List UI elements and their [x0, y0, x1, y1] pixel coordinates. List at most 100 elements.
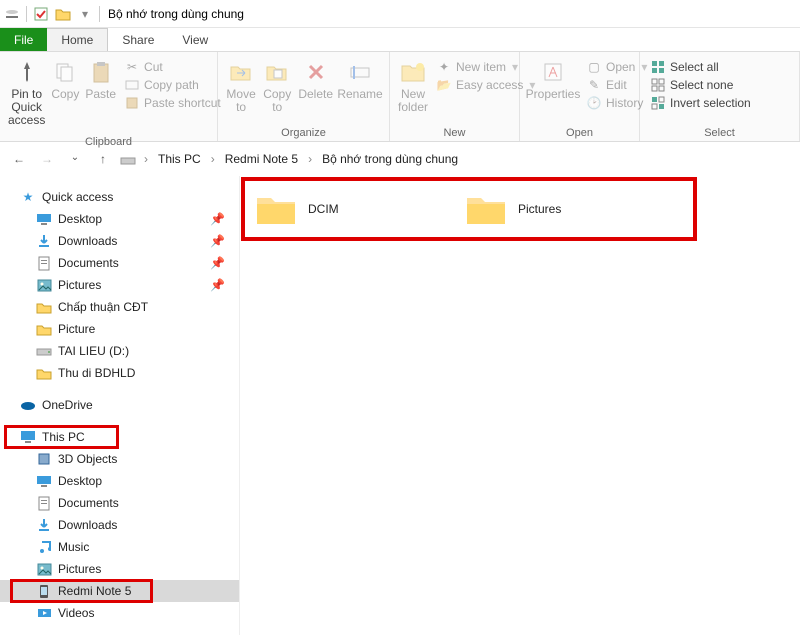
- folder-icon: [254, 190, 298, 228]
- copy-button[interactable]: Copy: [49, 56, 81, 103]
- up-button[interactable]: ↑: [94, 152, 112, 166]
- download-icon: [36, 517, 52, 533]
- video-icon: [36, 605, 52, 621]
- folder-label: DCIM: [308, 202, 339, 216]
- picture-icon: [36, 561, 52, 577]
- nav-qa-item[interactable]: Downloads📌: [0, 230, 239, 252]
- ribbon-tabs: File Home Share View: [0, 28, 800, 52]
- paste-label: Paste: [85, 88, 116, 101]
- invert-selection-button[interactable]: Invert selection: [646, 94, 755, 112]
- address-bar[interactable]: › This PC › Redmi Note 5 › Bộ nhớ trong …: [120, 150, 460, 168]
- group-open: Properties ▢Open▾ ✎Edit 🕑History Open: [520, 52, 640, 141]
- chevron-right-icon[interactable]: ›: [207, 152, 219, 166]
- delete-icon: [302, 58, 330, 86]
- folder-icon: [36, 321, 52, 337]
- chevron-right-icon[interactable]: ›: [304, 152, 316, 166]
- new-folder-button[interactable]: New folder: [396, 56, 430, 116]
- drive-icon: [36, 343, 52, 359]
- open-icon: ▢: [586, 59, 602, 75]
- select-none-button[interactable]: Select none: [646, 76, 755, 94]
- new-folder-icon: [399, 58, 427, 86]
- nav-pc-item[interactable]: Music: [0, 536, 239, 558]
- properties-icon: [539, 58, 567, 86]
- copy-path-button[interactable]: Copy path: [120, 76, 225, 94]
- nav-qa-item[interactable]: Pictures📌: [0, 274, 239, 296]
- phone-icon: [36, 583, 52, 599]
- nav-quick-access[interactable]: ★ Quick access: [0, 186, 239, 208]
- nav-qa-item[interactable]: TAI LIEU (D:): [0, 340, 239, 362]
- folder-icon: [464, 190, 508, 228]
- group-label-new: New: [390, 125, 519, 141]
- open-button[interactable]: ▢Open▾: [582, 58, 651, 76]
- separator: [26, 6, 27, 22]
- tab-home[interactable]: Home: [47, 28, 108, 51]
- nav-pc-item[interactable]: Videos: [0, 602, 239, 624]
- star-icon: ★: [20, 189, 36, 205]
- history-icon: 🕑: [586, 95, 602, 111]
- folder-icon: [36, 365, 52, 381]
- forward-button[interactable]: →: [38, 152, 56, 166]
- history-button[interactable]: 🕑History: [582, 94, 651, 112]
- select-all-button[interactable]: Select all: [646, 58, 755, 76]
- quick-access-group: ★ Quick access Desktop📌Downloads📌Documen…: [0, 186, 239, 384]
- chevron-right-icon[interactable]: ›: [140, 152, 152, 166]
- pc-icon: [20, 429, 36, 445]
- pin-label: Pin to Quick access: [8, 88, 45, 128]
- nav-qa-item[interactable]: Picture: [0, 318, 239, 340]
- nav-onedrive[interactable]: OneDrive: [0, 394, 239, 416]
- nav-qa-item[interactable]: Desktop📌: [0, 208, 239, 230]
- nav-pc-item[interactable]: Desktop: [0, 470, 239, 492]
- tab-view[interactable]: View: [168, 28, 222, 51]
- paste-button[interactable]: Paste: [83, 56, 118, 103]
- qat-dropdown-icon[interactable]: ▾: [77, 6, 93, 22]
- easy-access-icon: 📂: [436, 77, 452, 93]
- new-item-icon: ✦: [436, 59, 452, 75]
- pin-to-quick-access-button[interactable]: Pin to Quick access: [6, 56, 47, 130]
- music-icon: [36, 539, 52, 555]
- recent-dropdown[interactable]: ⌄: [66, 152, 84, 166]
- objects-icon: [36, 451, 52, 467]
- nav-pc-item[interactable]: Pictures: [0, 558, 239, 580]
- copy-label: Copy: [51, 88, 79, 101]
- nav-this-pc[interactable]: This PC: [0, 426, 239, 448]
- nav-pc-item[interactable]: Documents: [0, 492, 239, 514]
- back-button[interactable]: ←: [10, 152, 28, 166]
- delete-button[interactable]: Delete: [296, 56, 335, 103]
- document-icon: [36, 495, 52, 511]
- crumb-current[interactable]: Bộ nhớ trong dùng chung: [320, 150, 460, 168]
- tab-share[interactable]: Share: [108, 28, 168, 51]
- folder-item[interactable]: DCIM: [254, 190, 464, 228]
- nav-pc-item[interactable]: Redmi Note 5: [0, 580, 239, 602]
- crumb-device[interactable]: Redmi Note 5: [223, 150, 300, 168]
- crumb-this-pc[interactable]: This PC: [156, 150, 203, 168]
- rename-button[interactable]: Rename: [337, 56, 383, 103]
- paste-shortcut-icon: [124, 95, 140, 111]
- group-organize: Move to Copy to Delete Rename Organize: [218, 52, 390, 141]
- easy-access-button[interactable]: 📂Easy access▾: [432, 76, 539, 94]
- move-to-button[interactable]: Move to: [224, 56, 258, 116]
- nav-pc-item[interactable]: 3D Objects: [0, 448, 239, 470]
- nav-qa-item[interactable]: Chấp thuận CĐT: [0, 296, 239, 318]
- properties-button[interactable]: Properties: [526, 56, 580, 103]
- folder-icon: [36, 299, 52, 315]
- group-label-select: Select: [640, 125, 799, 141]
- copy-to-icon: [263, 58, 291, 86]
- qat-folder-icon[interactable]: [55, 6, 71, 22]
- group-label-clipboard: Clipboard: [0, 134, 217, 150]
- copy-to-button[interactable]: Copy to: [260, 56, 294, 116]
- folder-item[interactable]: Pictures: [464, 190, 674, 228]
- paste-shortcut-button[interactable]: Paste shortcut: [120, 94, 225, 112]
- copy-icon: [51, 58, 79, 86]
- nav-qa-item[interactable]: Documents📌: [0, 252, 239, 274]
- nav-qa-item[interactable]: Thu di BDHLD: [0, 362, 239, 384]
- download-icon: [36, 233, 52, 249]
- nav-pc-item[interactable]: Downloads: [0, 514, 239, 536]
- new-item-button[interactable]: ✦New item▾: [432, 58, 539, 76]
- group-select: Select all Select none Invert selection …: [640, 52, 800, 141]
- drive-icon: [120, 152, 136, 166]
- edit-button[interactable]: ✎Edit: [582, 76, 651, 94]
- qat-checkbox-icon[interactable]: [33, 6, 49, 22]
- content-pane[interactable]: DCIM Pictures: [240, 176, 800, 635]
- tab-file[interactable]: File: [0, 28, 47, 51]
- cut-button[interactable]: ✂Cut: [120, 58, 225, 76]
